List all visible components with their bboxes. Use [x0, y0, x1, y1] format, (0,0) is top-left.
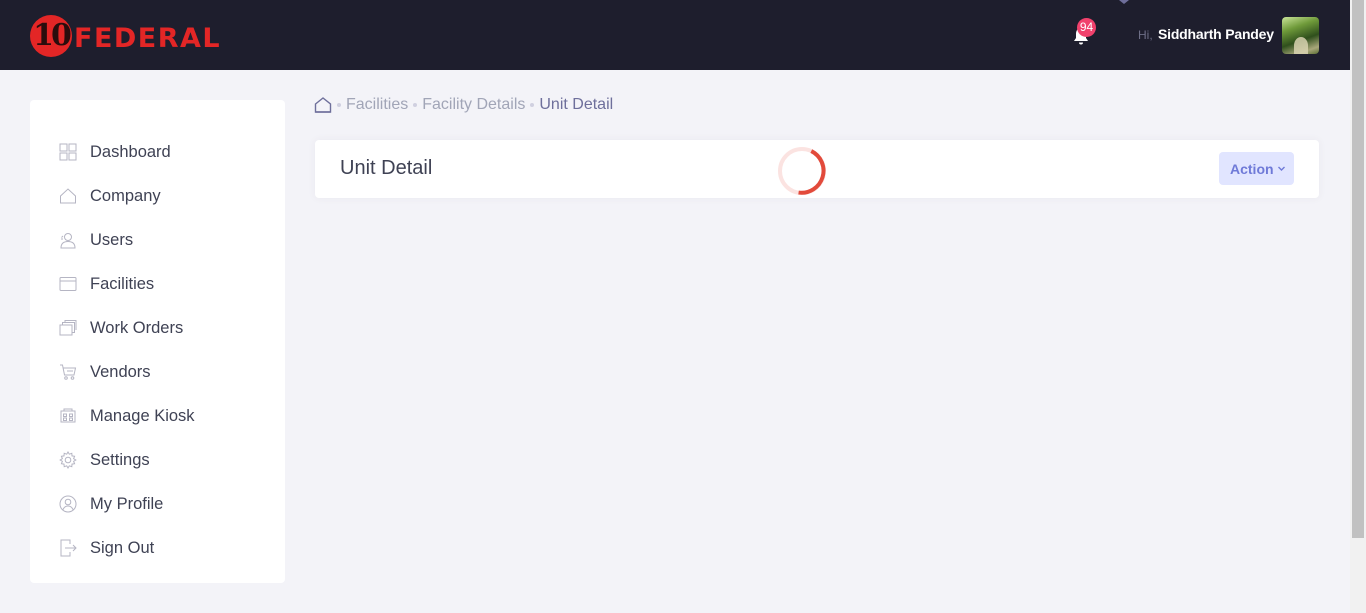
breadcrumb-current: Unit Detail [539, 96, 614, 113]
sidebar-item-sign-out[interactable]: Sign Out [30, 528, 285, 568]
sidebar-item-label: Vendors [90, 362, 151, 381]
sidebar-item-label: Dashboard [90, 142, 171, 161]
caret-indicator [1119, 0, 1129, 4]
breadcrumb-facility-details[interactable]: Facility Details [422, 96, 525, 114]
logo-number: 10 [33, 17, 72, 53]
sign-out-icon [60, 539, 77, 557]
sidebar-item-work-orders[interactable]: Work Orders [30, 308, 285, 348]
sidebar-item-company[interactable]: Company [30, 176, 285, 216]
sidebar-item-label: Settings [90, 450, 150, 469]
sidebar-item-vendors[interactable]: Vendors [30, 352, 285, 392]
work-orders-icon [59, 320, 77, 336]
breadcrumb-separator [337, 103, 341, 107]
breadcrumb: Facilities Facility Details Unit Detail [314, 94, 613, 116]
sidebar-item-label: Work Orders [90, 318, 184, 337]
sidebar-item-facilities[interactable]: Facilities [30, 264, 285, 304]
unit-detail-card: Unit Detail Action [315, 140, 1319, 198]
cart-icon [60, 364, 77, 380]
company-logo[interactable]: 10 FEDERAL [30, 14, 221, 57]
page-scrollbar[interactable] [1350, 0, 1366, 613]
home-icon [60, 188, 76, 204]
chevron-down-icon [1278, 166, 1285, 171]
sidebar-item-label: Manage Kiosk [90, 406, 195, 425]
loading-spinner-icon [778, 147, 826, 195]
action-button-label: Action [1230, 160, 1274, 177]
page-title: Unit Detail [340, 157, 433, 179]
users-icon [60, 233, 76, 249]
logo-circle: 10 [30, 14, 72, 57]
action-dropdown-button[interactable]: Action [1219, 152, 1294, 185]
avatar[interactable] [1282, 17, 1319, 54]
scrollbar-thumb[interactable] [1352, 0, 1364, 538]
facilities-icon [59, 277, 77, 291]
logo-word: FEDERAL [74, 23, 222, 54]
sidebar-item-users[interactable]: Users [30, 220, 285, 260]
notification-badge: 94 [1077, 18, 1096, 37]
breadcrumb-separator [530, 103, 535, 107]
sidebar-item-label: Sign Out [90, 538, 155, 557]
avatar-photo-detail [1294, 37, 1308, 54]
profile-icon [59, 495, 77, 513]
sidebar-item-manage-kiosk[interactable]: Manage Kiosk [30, 396, 285, 436]
sidebar-item-label: Facilities [90, 274, 155, 293]
sidebar-item-label: Users [90, 230, 134, 249]
sidebar-item-settings[interactable]: Settings [30, 440, 285, 480]
kiosk-icon [60, 408, 76, 423]
breadcrumb-facilities[interactable]: Facilities [346, 96, 408, 114]
sidebar-item-label: Company [90, 186, 161, 205]
sidebar-item-dashboard[interactable]: Dashboard [30, 132, 285, 172]
user-name[interactable]: Siddharth Pandey [1158, 26, 1274, 42]
dashboard-icon [59, 143, 77, 161]
sidebar-item-label: My Profile [90, 494, 164, 513]
home-icon[interactable] [314, 96, 332, 114]
breadcrumb-separator [413, 103, 418, 107]
sidebar-item-my-profile[interactable]: My Profile [30, 484, 285, 524]
top-header: 10 FEDERAL 94 Hi, Siddharth Pandey [0, 0, 1350, 70]
sidebar: Dashboard Company Users Facilities Work … [30, 100, 285, 583]
greeting-text: Hi, [1138, 28, 1153, 42]
gear-icon [59, 451, 77, 469]
